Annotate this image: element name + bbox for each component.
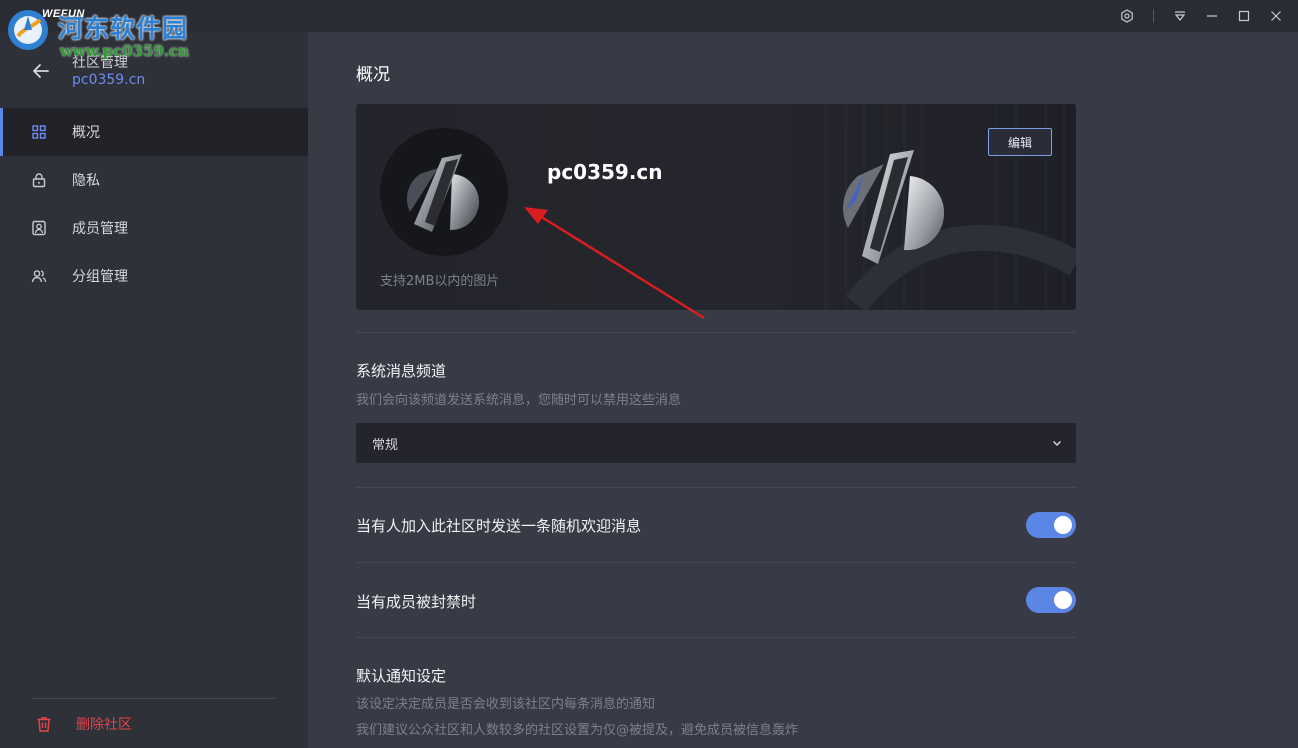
grid-icon [32, 125, 46, 139]
community-logo-icon [380, 128, 508, 256]
divider [32, 698, 276, 699]
system-channel-title: 系统消息频道 [356, 362, 447, 380]
page-title: 概况 [356, 65, 390, 85]
watermark-url: www.pc0359.cn [60, 42, 190, 60]
delete-community-label: 删除社区 [76, 717, 132, 733]
watermark-site-name: 河东软件园 [58, 14, 189, 43]
member-banned-label: 当有成员被封禁时 [356, 593, 477, 611]
close-icon[interactable] [1260, 0, 1292, 32]
member-banned-toggle[interactable] [1026, 587, 1076, 613]
system-channel-desc: 我们会向该频道发送系统消息，您随时可以禁用这些消息 [356, 393, 682, 408]
divider [356, 562, 1076, 563]
notification-settings-desc: 该设定决定成员是否会收到该社区内每条消息的通知 [356, 697, 656, 712]
member-icon [32, 220, 46, 236]
lock-icon [32, 173, 46, 188]
sidebar-item-label: 隐私 [72, 173, 100, 189]
dropdown-icon[interactable] [1164, 0, 1196, 32]
sidebar-item-label: 分组管理 [72, 269, 128, 285]
sidebar-item-privacy[interactable]: 隐私 [0, 156, 308, 204]
sidebar: 社区管理 pc0359.cn 概况 隐私 成员管理 分组管理 删除社区 [0, 32, 308, 748]
divider [356, 637, 1076, 638]
notification-settings-title: 默认通知设定 [356, 667, 447, 685]
edit-button[interactable]: 编辑 [988, 128, 1052, 156]
settings-icon[interactable] [1111, 0, 1143, 32]
sidebar-item-groups[interactable]: 分组管理 [0, 252, 308, 300]
window-controls [1111, 0, 1298, 32]
welcome-message-label: 当有人加入此社区时发送一条随机欢迎消息 [356, 517, 642, 535]
sidebar-item-members[interactable]: 成员管理 [0, 204, 308, 252]
toggle-knob [1054, 591, 1072, 609]
chevron-down-icon [1052, 440, 1062, 447]
main-content: 概况 pc0359.cn 支持2MB以内的图片 编辑 系统消息频道 我们会向该频… [308, 32, 1298, 748]
notification-settings-tip: 我们建议公众社区和人数较多的社区设置为仅@被提及，避免成员被信息轰炸 [356, 723, 799, 738]
sidebar-nav: 概况 隐私 成员管理 分组管理 [0, 108, 308, 300]
select-value: 常规 [372, 438, 399, 453]
sidebar-item-overview[interactable]: 概况 [0, 108, 308, 156]
toggle-knob [1054, 516, 1072, 534]
trash-icon [37, 717, 51, 732]
sidebar-item-label: 概况 [72, 125, 100, 141]
community-avatar[interactable] [380, 128, 508, 256]
community-name: pc0359.cn [72, 72, 146, 88]
welcome-message-toggle[interactable] [1026, 512, 1076, 538]
maximize-icon[interactable] [1228, 0, 1260, 32]
watermark: WEFUN 河东软件园 www.pc0359.cn [0, 0, 210, 64]
group-icon [31, 270, 47, 283]
divider [356, 332, 1076, 333]
delete-community-button[interactable]: 删除社区 [0, 704, 308, 744]
divider [1153, 9, 1154, 23]
sidebar-item-label: 成员管理 [72, 221, 128, 237]
community-banner: pc0359.cn 支持2MB以内的图片 编辑 [356, 104, 1076, 310]
divider [356, 487, 1076, 488]
minimize-icon[interactable] [1196, 0, 1228, 32]
avatar-size-hint: 支持2MB以内的图片 [380, 274, 500, 289]
banner-logo-graphic [843, 150, 945, 264]
system-channel-select[interactable]: 常规 [356, 423, 1076, 463]
community-name-heading: pc0359.cn [547, 160, 663, 184]
